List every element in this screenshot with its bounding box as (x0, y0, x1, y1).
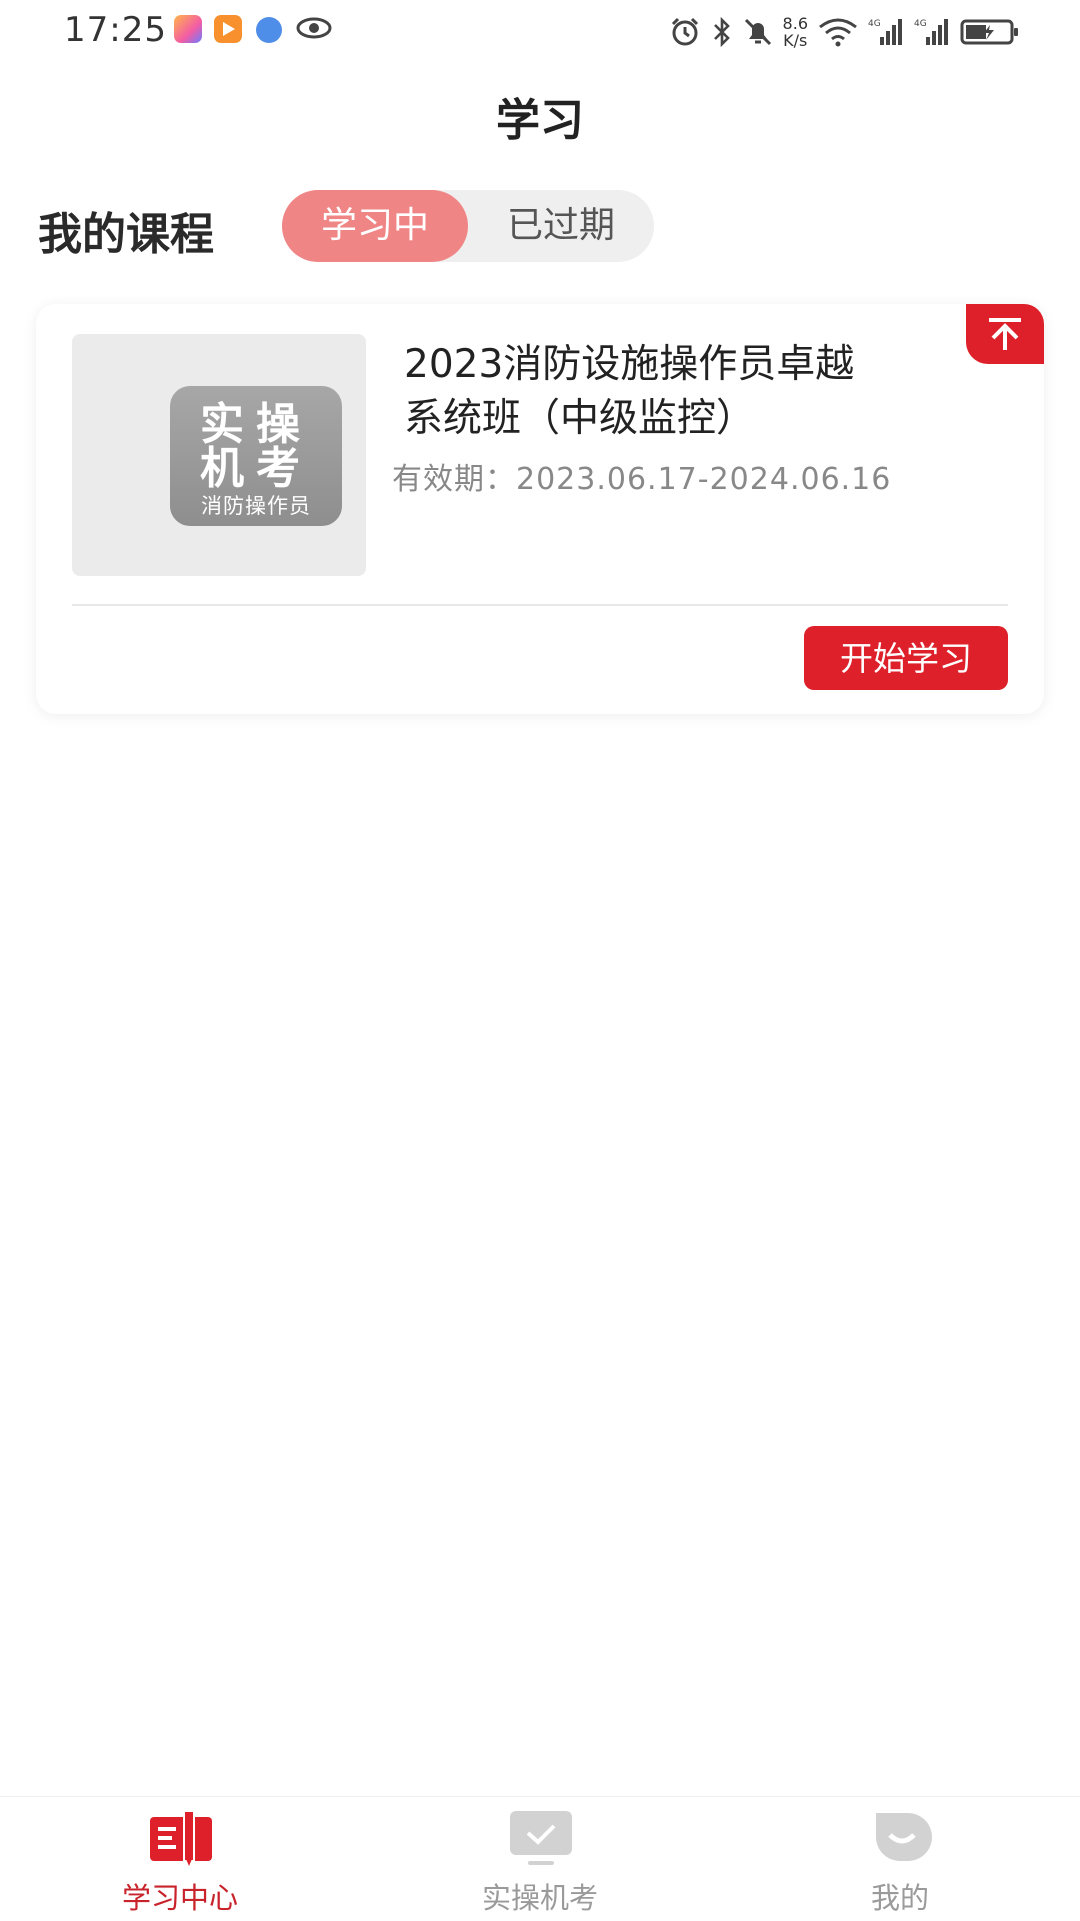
tab-mine[interactable]: 我的 (720, 1797, 1080, 1921)
tab-label-mine: 我的 (870, 1881, 929, 1915)
net-speed-unit: K/s (783, 31, 808, 50)
thumb-line-2: 机考 (200, 443, 312, 494)
card-divider (72, 604, 1008, 606)
book-icon (150, 1811, 212, 1866)
pin-top-badge[interactable] (966, 304, 1044, 364)
bottom-tab-bar: 学习中心 实操机考 我的 (0, 1796, 1080, 1921)
signal-icon: 4G (868, 19, 902, 45)
thumb-line-3: 消防操作员 (201, 494, 311, 518)
start-learning-button[interactable]: 开始学习 (804, 626, 1008, 690)
browser-app-icon (256, 17, 282, 43)
signal-label-2: 4G (914, 19, 927, 29)
wifi-icon (819, 18, 857, 47)
signal-label-1: 4G (868, 19, 881, 29)
tab-studying[interactable]: 学习中 (282, 190, 468, 262)
bluetooth-icon (713, 16, 730, 48)
course-validity: 有效期：2023.06.17-2024.06.16 (392, 462, 892, 497)
course-thumbnail[interactable]: 实操 机考 消防操作员 (72, 334, 366, 576)
status-icons: 8.6 K/s 4G 4G (669, 12, 1020, 52)
exam-monitor-icon (510, 1811, 572, 1865)
section-title: 我的课程 (38, 209, 214, 260)
pin-top-icon (989, 318, 1021, 350)
app-icon-1 (174, 15, 202, 43)
page-title: 学习 (496, 95, 584, 146)
tab-label-learning-center: 学习中心 (121, 1881, 238, 1915)
battery-charging-icon (960, 19, 1018, 45)
net-speed-value: 8.6 (782, 14, 808, 33)
mute-icon (744, 18, 771, 46)
video-app-icon (214, 15, 242, 43)
course-status-tabs: 学习中 已过期 (282, 190, 654, 262)
course-title[interactable]: 2023消防设施操作员卓越 系统班（中级监控） (404, 338, 964, 446)
net-speed: 8.6 K/s (783, 15, 808, 49)
signal-icon-2: 4G (914, 19, 948, 45)
course-title-line-2: 系统班（中级监控） (404, 396, 756, 441)
tab-expired[interactable]: 已过期 (468, 190, 654, 262)
tab-practical-exam[interactable]: 实操机考 (360, 1797, 720, 1921)
tab-learning-center[interactable]: 学习中心 (0, 1797, 360, 1921)
course-title-line-1: 2023消防设施操作员卓越 (404, 342, 855, 387)
status-bar: 17:25 8.6 K/s 4G 4G (0, 0, 1080, 62)
course-thumbnail-logo: 实操 机考 消防操作员 (170, 386, 342, 526)
tab-label-practical-exam: 实操机考 (481, 1881, 598, 1915)
profile-icon (876, 1813, 932, 1861)
alarm-icon (671, 17, 698, 46)
eye-icon (296, 17, 332, 39)
status-time: 17:25 (64, 10, 167, 50)
course-card[interactable]: 实操 机考 消防操作员 2023消防设施操作员卓越 系统班（中级监控） 有效期：… (36, 304, 1044, 714)
